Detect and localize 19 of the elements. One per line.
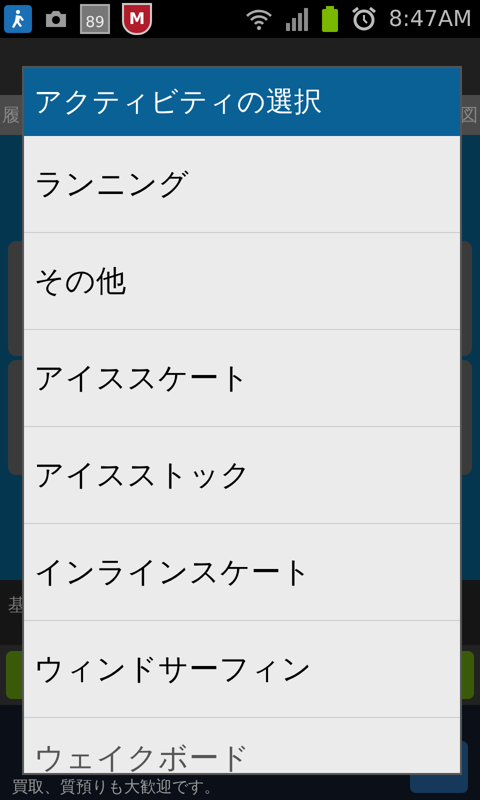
activity-option[interactable]: アイスストック: [24, 427, 460, 524]
activity-option[interactable]: アイススケート: [24, 330, 460, 427]
activity-option[interactable]: ウェイクボード: [24, 718, 460, 773]
activity-option[interactable]: ランニング: [24, 136, 460, 233]
alarm-clock-icon: [350, 6, 377, 32]
status-time: 8:47AM: [388, 6, 473, 34]
battery-badge-icon: 89: [80, 4, 110, 34]
signal-icon: [284, 7, 309, 31]
tab-label: 履: [2, 104, 20, 128]
activity-option[interactable]: ウィンドサーフィン: [24, 621, 460, 718]
shield-icon: M: [122, 3, 152, 35]
activity-option[interactable]: インラインスケート: [24, 524, 460, 621]
runner-app-icon: [4, 5, 32, 33]
battery-icon: [320, 6, 339, 32]
ad-text: 買取、質預りも大歓迎です。: [12, 777, 221, 797]
wifi-icon: [244, 8, 273, 30]
dialog-title: アクティビティの選択: [34, 84, 322, 120]
camera-icon: [44, 9, 68, 29]
activity-option[interactable]: その他: [24, 233, 460, 330]
